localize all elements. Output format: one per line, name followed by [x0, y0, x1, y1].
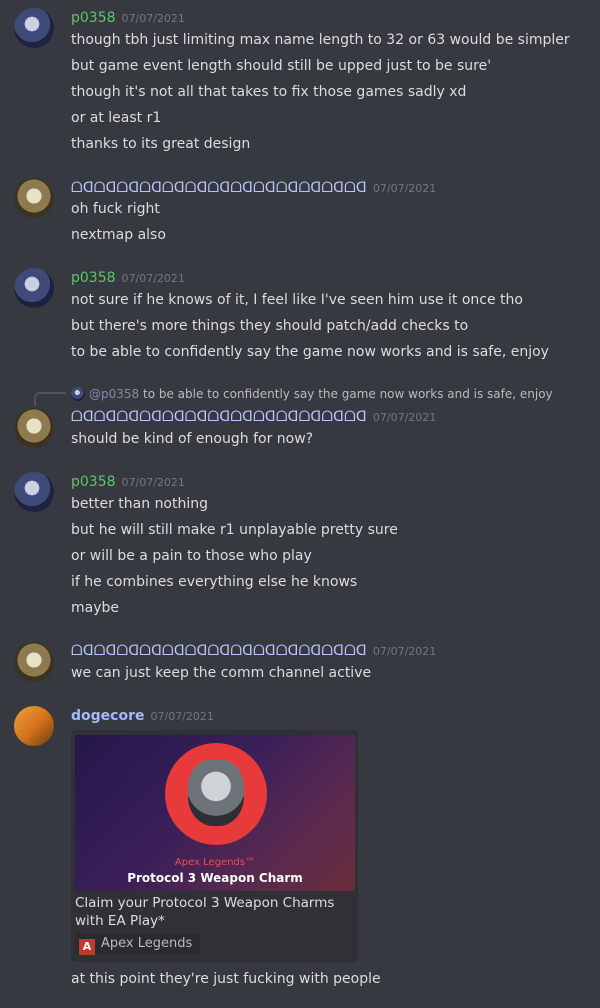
username[interactable]: ᗝᗡᗝᗡᗝᗡᗝᗡᗝᗡᗝᗡᗝᗡᗝᗡᗝᗡᗝᗡᗝᗡᗝᗡᗝᗡ — [71, 180, 367, 196]
message-text: thanks to its great design — [71, 136, 251, 152]
message-text: not sure if he knows of it, I feel like … — [71, 292, 523, 308]
timestamp: 07/07/2021 — [372, 182, 437, 195]
message-text: or at least r1 — [71, 110, 162, 126]
username[interactable]: dogecore — [71, 708, 144, 724]
apex-legends-icon: A — [79, 939, 95, 955]
username[interactable]: ᗝᗡᗝᗡᗝᗡᗝᗡᗝᗡᗝᗡᗝᗡᗝᗡᗝᗡᗝᗡᗝᗡᗝᗡᗝᗡ — [71, 643, 367, 659]
message-text: to be able to confidently say the game n… — [71, 344, 549, 360]
message-text: but game event length should still be up… — [71, 58, 492, 74]
message-header: p0358 07/07/2021 — [71, 473, 185, 492]
timestamp: 07/07/2021 — [372, 411, 437, 424]
message-text: but there's more things they should patc… — [71, 318, 469, 334]
message-text: nextmap also — [71, 227, 166, 243]
timestamp: 07/07/2021 — [150, 710, 214, 723]
username[interactable]: p0358 — [71, 270, 116, 286]
message-text: should be kind of enough for now? — [71, 431, 314, 447]
message-header: ᗝᗡᗝᗡᗝᗡᗝᗡᗝᗡᗝᗡᗝᗡᗝᗡᗝᗡᗝᗡᗝᗡᗝᗡᗝᗡ 07/07/2021 — [71, 408, 436, 427]
message-text: maybe — [71, 600, 120, 616]
avatar[interactable] — [14, 408, 54, 448]
message-header: p0358 07/07/2021 — [71, 269, 185, 288]
timestamp: 07/07/2021 — [121, 476, 185, 489]
username[interactable]: p0358 — [71, 10, 116, 26]
avatar[interactable] — [14, 642, 54, 682]
message-text: at this point they're just fucking with … — [71, 971, 381, 987]
reply-mention[interactable]: @p0358 — [89, 387, 139, 401]
message-text: but he will still make r1 unplayable pre… — [71, 522, 398, 538]
message-header: ᗝᗡᗝᗡᗝᗡᗝᗡᗝᗡᗝᗡᗝᗡᗝᗡᗝᗡᗝᗡᗝᗡᗝᗡᗝᗡ 07/07/2021 — [71, 642, 436, 661]
timestamp: 07/07/2021 — [372, 645, 437, 658]
message-text: though tbh just limiting max name length… — [71, 32, 570, 48]
message-text: better than nothing — [71, 496, 209, 512]
avatar[interactable] — [14, 706, 54, 746]
reply-avatar — [71, 387, 85, 401]
message-text: we can just keep the comm channel active — [71, 665, 372, 681]
reply-text: to be able to confidently say the game n… — [142, 387, 553, 401]
message-header: dogecore 07/07/2021 — [71, 707, 214, 726]
helmet-charm-icon — [188, 760, 244, 826]
username[interactable]: ᗝᗡᗝᗡᗝᗡᗝᗡᗝᗡᗝᗡᗝᗡᗝᗡᗝᗡᗝᗡᗝᗡᗝᗡᗝᗡ — [71, 409, 367, 425]
embed-image-subtitle: Apex Legends™ — [174, 857, 256, 868]
embed-image-caption: Protocol 3 Weapon Charm — [127, 871, 303, 885]
embed-image[interactable]: Apex Legends™ Protocol 3 Weapon Charm — [75, 735, 355, 891]
embed-source[interactable]: A Apex Legends — [75, 933, 201, 955]
link-embed[interactable]: Apex Legends™ Protocol 3 Weapon Charm Cl… — [71, 730, 358, 962]
message-header: p0358 07/07/2021 — [71, 9, 185, 28]
timestamp: 07/07/2021 — [121, 12, 185, 25]
timestamp: 07/07/2021 — [121, 272, 185, 285]
avatar[interactable] — [14, 472, 54, 512]
message-header: ᗝᗡᗝᗡᗝᗡᗝᗡᗝᗡᗝᗡᗝᗡᗝᗡᗝᗡᗝᗡᗝᗡᗝᗡᗝᗡ 07/07/2021 — [71, 179, 436, 198]
embed-source-label: Apex Legends — [101, 936, 193, 951]
message-text: though it's not all that takes to fix th… — [71, 84, 467, 100]
message-text: if he combines everything else he knows — [71, 574, 358, 590]
avatar[interactable] — [14, 268, 54, 308]
username[interactable]: p0358 — [71, 474, 116, 490]
avatar[interactable] — [14, 8, 54, 48]
message-text: or will be a pain to those who play — [71, 548, 312, 564]
embed-title[interactable]: Claim your Protocol 3 Weapon Charms with… — [75, 894, 355, 930]
avatar[interactable] — [14, 178, 54, 218]
reply-preview[interactable]: @p0358 to be able to confidently say the… — [71, 386, 553, 402]
reply-connector — [34, 392, 66, 406]
message-text: oh fuck right — [71, 201, 160, 217]
